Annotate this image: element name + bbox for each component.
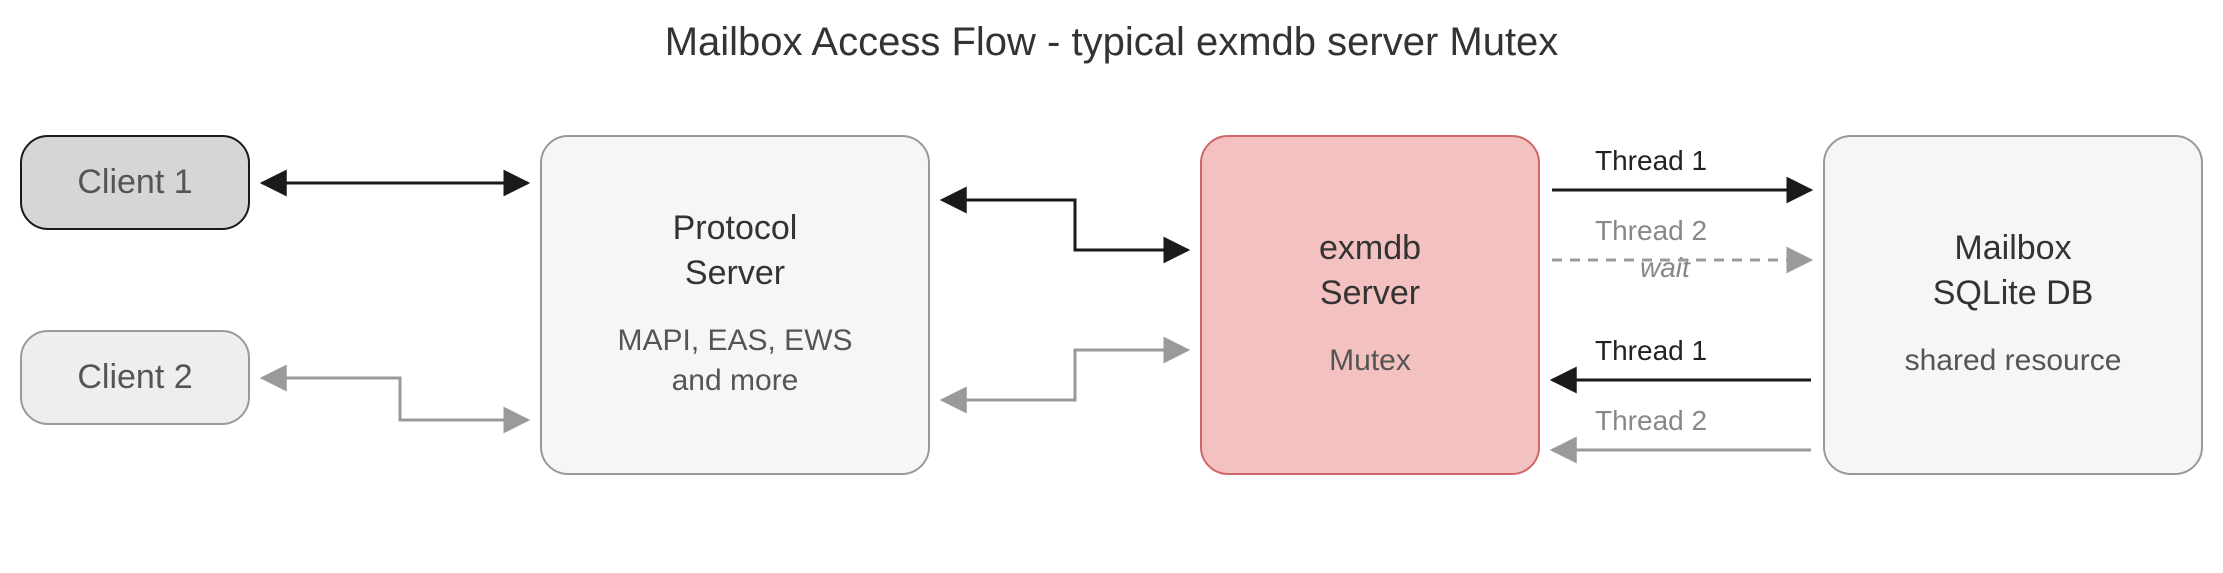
db-line2: SQLite DB [1933, 274, 2094, 313]
edge-label-thread1-out: Thread 1 [1595, 145, 1707, 177]
edge-client2-protocol [262, 378, 528, 420]
diagram-title: Mailbox Access Flow - typical exmdb serv… [0, 20, 2223, 65]
node-protocol-server: Protocol Server MAPI, EAS, EWSand more [540, 135, 930, 475]
edge-label-thread2-back: Thread 2 [1595, 405, 1707, 437]
db-line1: Mailbox [1954, 229, 2071, 268]
node-client-1: Client 1 [20, 135, 250, 230]
node-exmdb-server: exmdb Server Mutex [1200, 135, 1540, 475]
edge-label-thread2-wait: wait [1640, 252, 1690, 284]
edge-protocol-exmdb-dark [942, 200, 1188, 250]
protocol-line2: Server [685, 254, 785, 293]
node-client-2: Client 2 [20, 330, 250, 425]
edge-protocol-exmdb-gray [942, 350, 1188, 400]
diagram-canvas: Mailbox Access Flow - typical exmdb serv… [0, 0, 2223, 573]
exmdb-line2: Server [1320, 274, 1420, 313]
edge-label-thread2-out: Thread 2 [1595, 215, 1707, 247]
edge-label-thread1-back: Thread 1 [1595, 335, 1707, 367]
exmdb-line1: exmdb [1319, 229, 1421, 268]
node-client-2-label: Client 2 [77, 358, 192, 397]
node-mailbox-db: Mailbox SQLite DB shared resource [1823, 135, 2203, 475]
protocol-line1: Protocol [673, 209, 798, 248]
exmdb-sub: Mutex [1329, 341, 1411, 382]
node-client-1-label: Client 1 [77, 163, 192, 202]
protocol-sub: MAPI, EAS, EWSand more [617, 321, 852, 402]
db-sub: shared resource [1905, 341, 2122, 382]
